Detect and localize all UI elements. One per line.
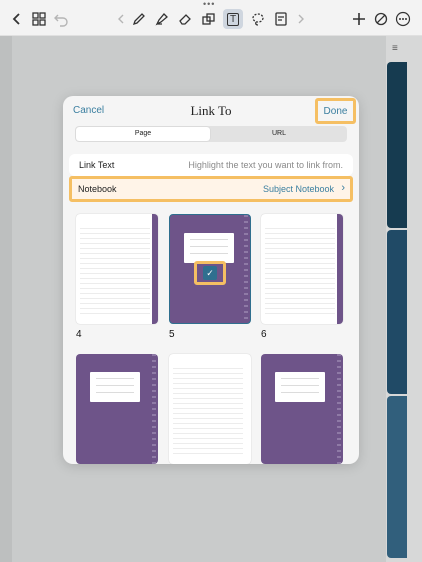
undo-icon[interactable] (52, 10, 70, 28)
eraser-icon[interactable] (176, 10, 194, 28)
ruled-lines (173, 364, 243, 458)
chevron-right-small-icon[interactable] (292, 10, 310, 28)
cover-spine (152, 354, 156, 464)
chevron-left-icon[interactable] (8, 10, 26, 28)
page-thumbnail-4[interactable] (76, 214, 158, 324)
ruled-lines (265, 224, 335, 318)
window-grabber[interactable]: ••• (203, 0, 219, 9)
checkmark-icon[interactable]: ✓ (203, 266, 217, 280)
notebook-row[interactable]: Notebook Subject Notebook › (69, 176, 353, 202)
lasso-icon[interactable] (249, 10, 267, 28)
notebook-value: Subject Notebook (262, 184, 334, 194)
link-type-segmented-control: Page URL (75, 126, 347, 142)
page-thumbnail-9[interactable] (261, 354, 343, 464)
page-number: 6 (261, 329, 267, 340)
no-draw-icon[interactable] (372, 10, 390, 28)
notebook-label: Notebook (78, 184, 117, 194)
selected-check-highlight: ✓ (194, 261, 226, 285)
done-button[interactable]: Done (324, 106, 348, 117)
left-gutter (0, 36, 12, 562)
segment-url[interactable]: URL (212, 127, 346, 141)
link-text-row[interactable]: Link Text Highlight the text you want to… (69, 154, 353, 176)
page-number: 4 (76, 329, 82, 340)
cover-label (90, 372, 140, 402)
page-thumbnail-6[interactable] (261, 214, 343, 324)
section-tab-1[interactable] (387, 62, 407, 228)
ruled-lines (80, 224, 150, 318)
more-icon[interactable] (394, 10, 412, 28)
cover-spine (244, 215, 248, 323)
text-icon[interactable]: T (223, 9, 243, 29)
tabs-menu-icon[interactable]: ≡ (392, 44, 402, 54)
done-highlight: Done (315, 98, 356, 124)
chevron-left-small-icon[interactable] (112, 10, 130, 28)
page-thumbnail-7[interactable] (76, 354, 158, 464)
text-tool-glyph: T (226, 12, 240, 26)
cover-edge (152, 214, 158, 324)
cover-spine (337, 354, 341, 464)
cover-label (184, 233, 234, 263)
segment-page[interactable]: Page (76, 127, 210, 141)
plus-icon[interactable] (350, 10, 368, 28)
cover-label (275, 372, 325, 402)
link-text-hint: Highlight the text you want to link from… (188, 160, 343, 170)
top-toolbar: ••• T (0, 0, 422, 36)
section-tab-2[interactable] (387, 230, 407, 394)
page-thumbnail-8[interactable] (169, 354, 251, 464)
cover-edge (337, 214, 343, 324)
link-text-label: Link Text (79, 160, 115, 170)
sticker-icon[interactable] (272, 10, 290, 28)
highlighter-icon[interactable] (153, 10, 171, 28)
pen-icon[interactable] (130, 10, 148, 28)
dialog-header: Cancel Link To Done (63, 96, 359, 126)
grid-icon[interactable] (30, 10, 48, 28)
shapes-icon[interactable] (200, 10, 218, 28)
page-number: 5 (169, 329, 175, 340)
chevron-right-icon: › (341, 182, 345, 194)
section-tab-3[interactable] (387, 396, 407, 558)
